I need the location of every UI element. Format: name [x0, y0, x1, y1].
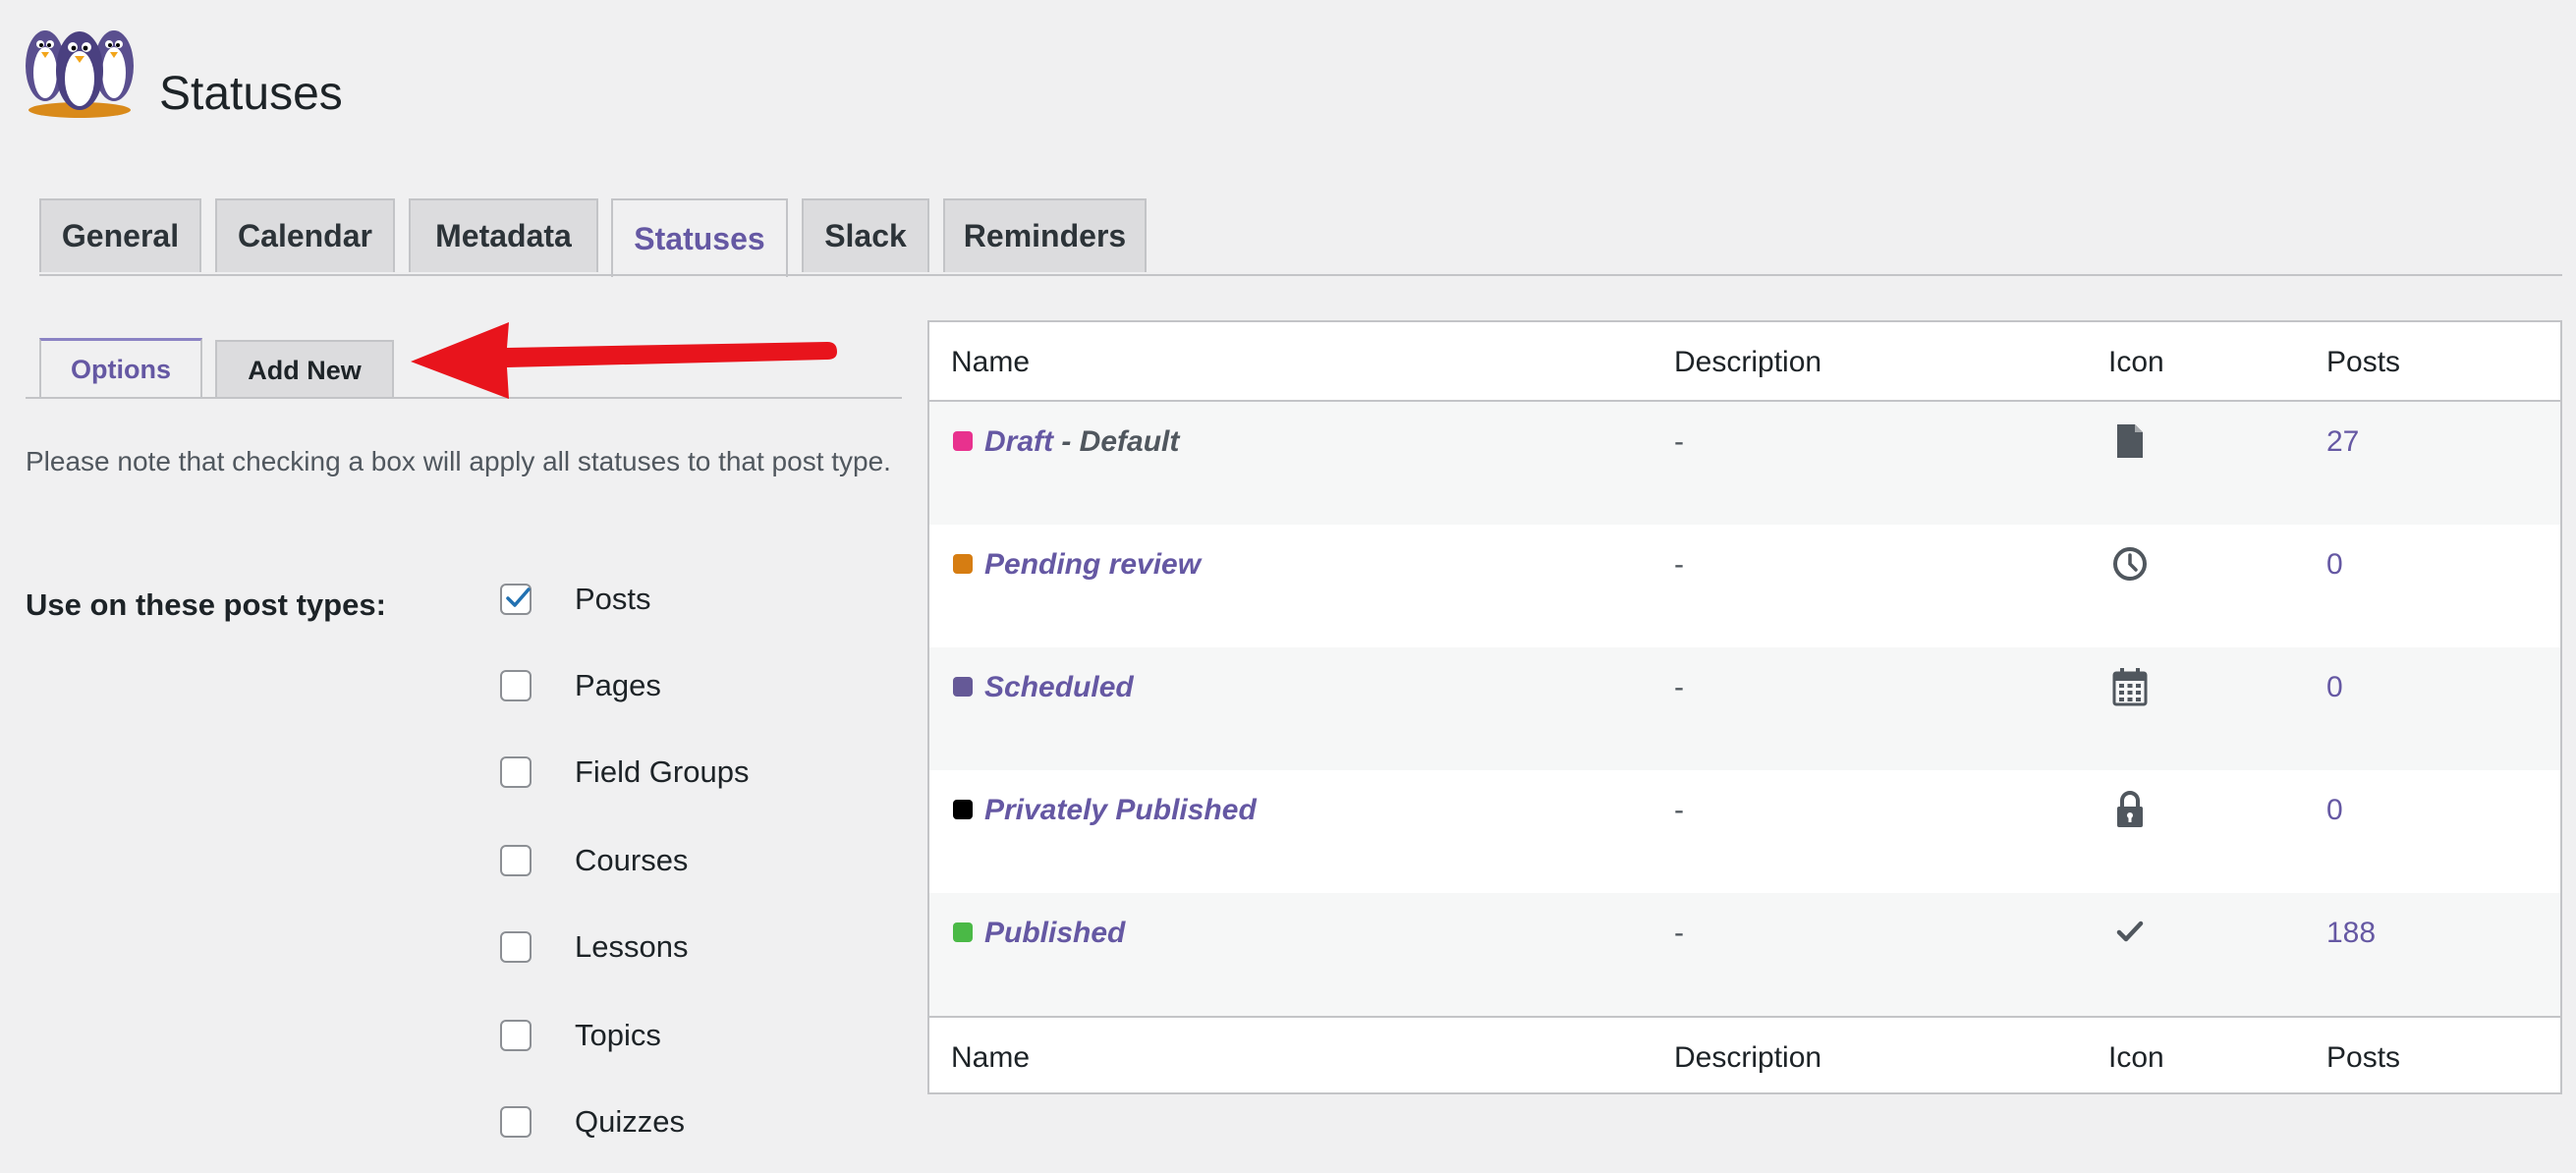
checkbox-label: Courses	[575, 843, 689, 877]
checkmark-icon	[506, 587, 531, 607]
tab-reminders[interactable]: Reminders	[943, 198, 1147, 272]
tab-general[interactable]: General	[39, 198, 201, 272]
column-header-name: Name	[951, 346, 1031, 378]
post-type-courses: Courses	[500, 841, 688, 880]
checkbox-label: Posts	[575, 582, 651, 616]
post-type-pages: Pages	[500, 666, 661, 705]
table-row: Pending review - 0	[929, 525, 2560, 647]
lock-icon	[2108, 788, 2152, 831]
status-color-swatch	[953, 800, 973, 819]
status-description: -	[1674, 671, 1684, 703]
column-footer-icon: Icon	[2108, 1041, 2164, 1074]
status-color-swatch	[953, 554, 973, 574]
column-footer-description: Description	[1674, 1041, 1822, 1074]
document-icon	[2108, 419, 2152, 463]
checkbox-label: Topics	[575, 1018, 661, 1052]
column-header-description: Description	[1674, 346, 1822, 378]
post-types-label: Use on these post types:	[26, 587, 386, 622]
post-type-posts: Posts	[500, 580, 651, 619]
tab-metadata[interactable]: Metadata	[409, 198, 598, 272]
status-name-link[interactable]: Scheduled	[984, 671, 1134, 704]
post-type-topics: Topics	[500, 1016, 661, 1055]
table-row: Privately Published - 0	[929, 770, 2560, 893]
column-footer-name: Name	[951, 1041, 1031, 1074]
status-description: -	[1674, 794, 1684, 826]
clock-icon	[2108, 542, 2152, 586]
red-arrow-annotation	[403, 312, 845, 416]
status-post-count[interactable]: 188	[2326, 917, 2376, 950]
checkmark-icon	[2108, 911, 2152, 954]
checkbox-posts[interactable]	[500, 584, 532, 615]
checkbox-quizzes[interactable]	[500, 1106, 532, 1138]
default-label: - Default	[1053, 425, 1180, 458]
table-row: Published - 188	[929, 893, 2560, 1016]
statuses-table: Name Description Icon Posts Draft - Defa…	[927, 320, 2562, 1094]
status-post-count[interactable]: 0	[2326, 794, 2343, 827]
checkbox-label: Quizzes	[575, 1104, 685, 1139]
subtab-add-new[interactable]: Add New	[215, 340, 394, 399]
status-color-swatch	[953, 677, 973, 697]
post-type-quizzes: Quizzes	[500, 1102, 685, 1142]
tab-calendar[interactable]: Calendar	[215, 198, 395, 272]
status-name-link[interactable]: Published	[984, 917, 1125, 950]
page-title: Statuses	[159, 68, 343, 120]
table-row: Scheduled - 0	[929, 647, 2560, 770]
checkbox-lessons[interactable]	[500, 931, 532, 963]
status-post-count[interactable]: 0	[2326, 548, 2343, 582]
status-color-swatch	[953, 922, 973, 942]
post-type-lessons: Lessons	[500, 927, 688, 967]
column-header-posts: Posts	[2326, 346, 2401, 378]
checkbox-label: Field Groups	[575, 754, 750, 789]
plugin-logo	[18, 12, 141, 120]
checkbox-topics[interactable]	[500, 1020, 532, 1051]
tabs-divider	[39, 274, 2562, 276]
column-footer-posts: Posts	[2326, 1041, 2401, 1074]
tab-slack[interactable]: Slack	[802, 198, 929, 272]
status-name: Draft	[984, 425, 1054, 458]
checkbox-pages[interactable]	[500, 670, 532, 701]
status-description: -	[1674, 917, 1684, 949]
status-name-link[interactable]: Privately Published	[984, 794, 1257, 827]
checkbox-field-groups[interactable]	[500, 756, 532, 788]
tab-statuses[interactable]: Statuses	[611, 198, 788, 277]
subtab-options[interactable]: Options	[39, 338, 202, 399]
status-name-link[interactable]: Pending review	[984, 548, 1201, 582]
checkbox-label: Pages	[575, 668, 661, 702]
calendar-icon	[2108, 665, 2152, 708]
status-description: -	[1674, 548, 1684, 581]
status-description: -	[1674, 425, 1684, 458]
status-name-link[interactable]: Draft - Default	[984, 425, 1179, 459]
post-types-note: Please note that checking a box will app…	[26, 446, 891, 476]
table-footer-divider	[929, 1016, 2560, 1018]
status-color-swatch	[953, 431, 973, 451]
table-row: Draft - Default - 27	[929, 402, 2560, 525]
post-type-field-groups: Field Groups	[500, 753, 749, 792]
column-header-icon: Icon	[2108, 346, 2164, 378]
checkbox-label: Lessons	[575, 929, 689, 964]
status-post-count[interactable]: 0	[2326, 671, 2343, 704]
status-post-count[interactable]: 27	[2326, 425, 2359, 459]
checkbox-courses[interactable]	[500, 845, 532, 876]
